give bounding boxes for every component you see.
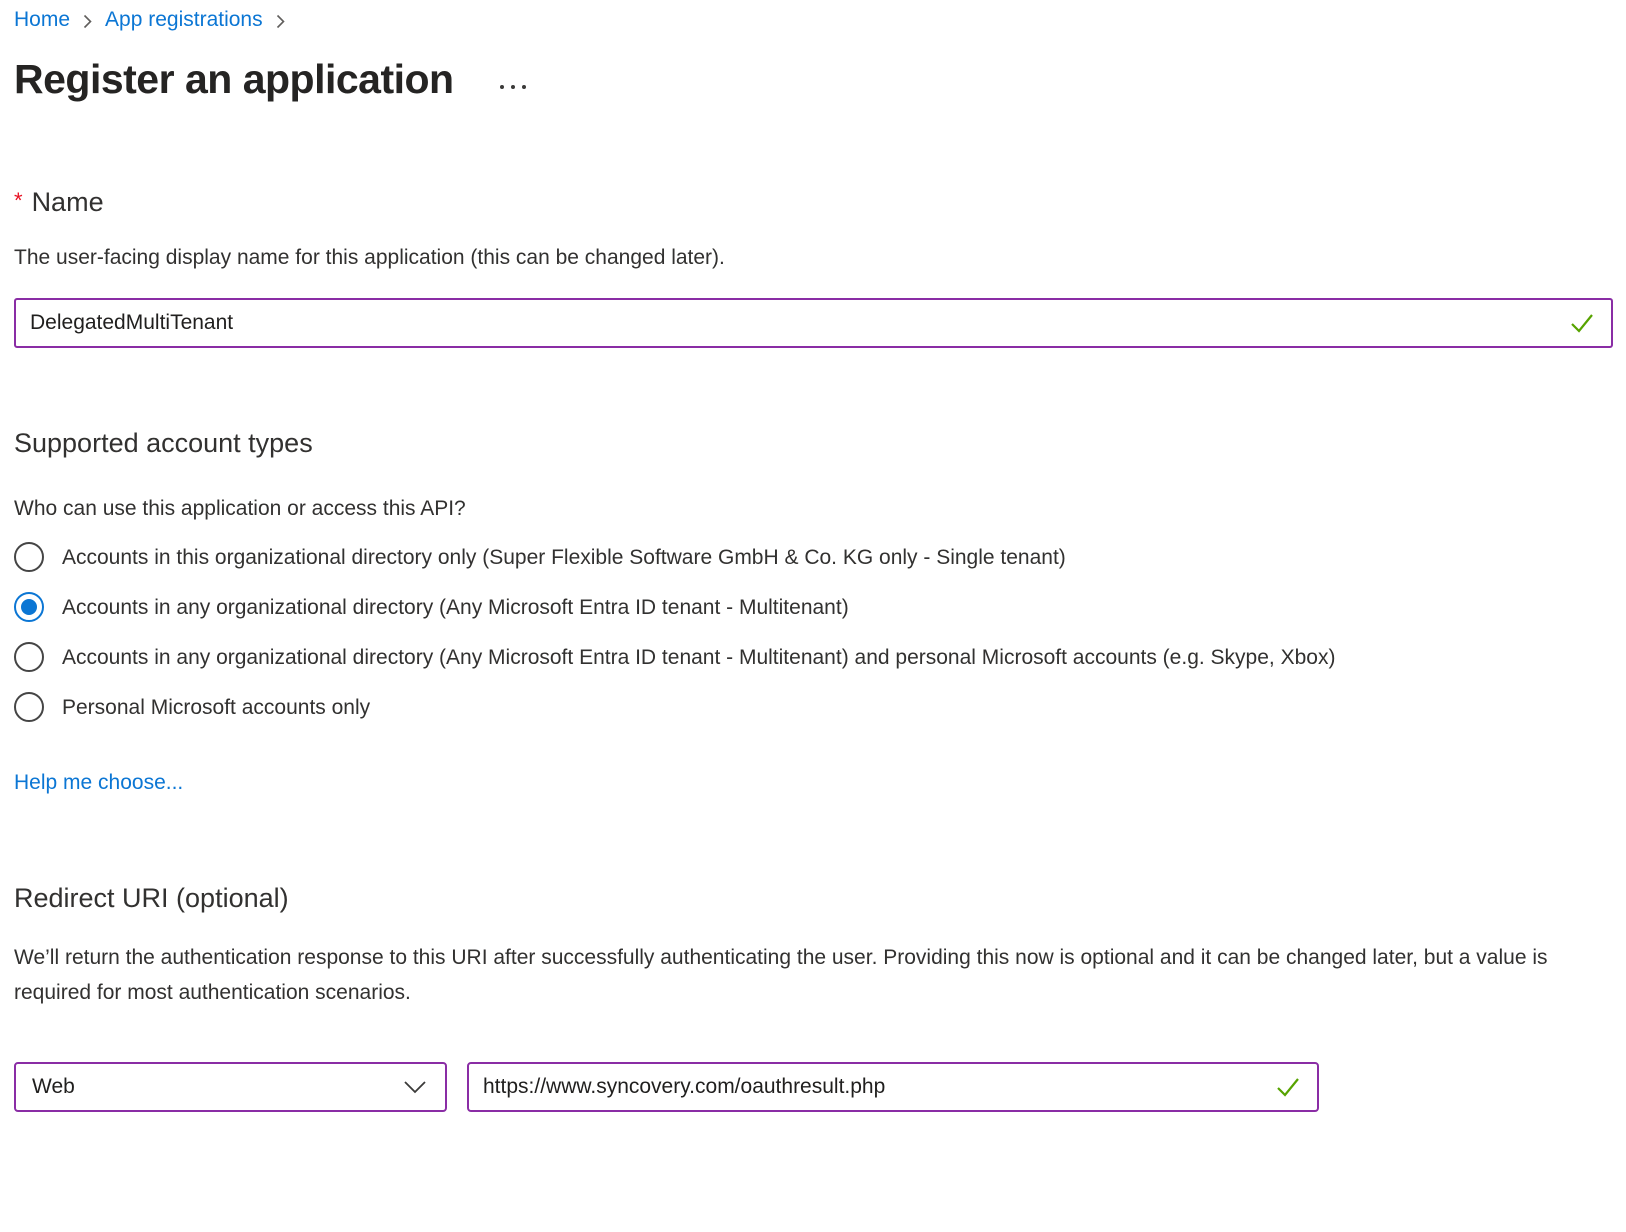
redirect-uri-controls: Web xyxy=(14,1062,1613,1112)
valid-checkmark-icon xyxy=(1275,1075,1301,1099)
radio-label: Accounts in this organizational director… xyxy=(62,541,1066,575)
required-asterisk: * xyxy=(14,188,23,214)
register-application-page: Home App registrations Register an appli… xyxy=(0,0,1626,1232)
chevron-right-icon xyxy=(275,13,286,30)
platform-select[interactable]: Web xyxy=(14,1062,447,1112)
redirect-uri-input-field xyxy=(467,1062,1319,1112)
radio-button[interactable] xyxy=(14,642,44,672)
account-type-option-personal-only[interactable]: Personal Microsoft accounts only xyxy=(14,683,1613,733)
more-options-icon[interactable] xyxy=(500,85,526,89)
account-type-option-multitenant[interactable]: Accounts in any organizational directory… xyxy=(14,583,1613,633)
radio-button[interactable] xyxy=(14,592,44,622)
valid-checkmark-icon xyxy=(1569,311,1595,335)
radio-label: Accounts in any organizational directory… xyxy=(62,641,1335,675)
radio-button[interactable] xyxy=(14,692,44,722)
help-me-choose-link[interactable]: Help me choose... xyxy=(14,771,183,795)
name-input-field xyxy=(14,298,1613,348)
breadcrumb-link-home[interactable]: Home xyxy=(14,8,70,32)
redirect-uri-heading: Redirect URI (optional) xyxy=(14,883,1613,914)
name-label-text: Name xyxy=(32,187,104,218)
radio-label: Accounts in any organizational directory… xyxy=(62,591,849,625)
redirect-uri-description: We’ll return the authentication response… xyxy=(14,940,1554,1010)
name-input[interactable] xyxy=(30,311,1557,335)
account-types-radio-group: Accounts in this organizational director… xyxy=(14,533,1613,733)
breadcrumb: Home App registrations xyxy=(14,6,1613,34)
radio-label: Personal Microsoft accounts only xyxy=(62,691,370,725)
account-types-question: Who can use this application or access t… xyxy=(14,497,1613,521)
platform-select-value: Web xyxy=(32,1075,75,1099)
account-type-option-multitenant-personal[interactable]: Accounts in any organizational directory… xyxy=(14,633,1613,683)
chevron-right-icon xyxy=(82,13,93,30)
chevron-down-icon xyxy=(403,1080,427,1094)
page-title: Register an application xyxy=(14,56,454,103)
radio-button[interactable] xyxy=(14,542,44,572)
account-type-option-single-tenant[interactable]: Accounts in this organizational director… xyxy=(14,533,1613,583)
breadcrumb-link-app-registrations[interactable]: App registrations xyxy=(105,8,263,32)
redirect-uri-input[interactable] xyxy=(483,1075,1263,1099)
supported-account-types-heading: Supported account types xyxy=(14,428,1613,459)
name-field-label: * Name xyxy=(14,187,1613,218)
title-row: Register an application xyxy=(14,56,1613,103)
name-description: The user-facing display name for this ap… xyxy=(14,246,1613,270)
